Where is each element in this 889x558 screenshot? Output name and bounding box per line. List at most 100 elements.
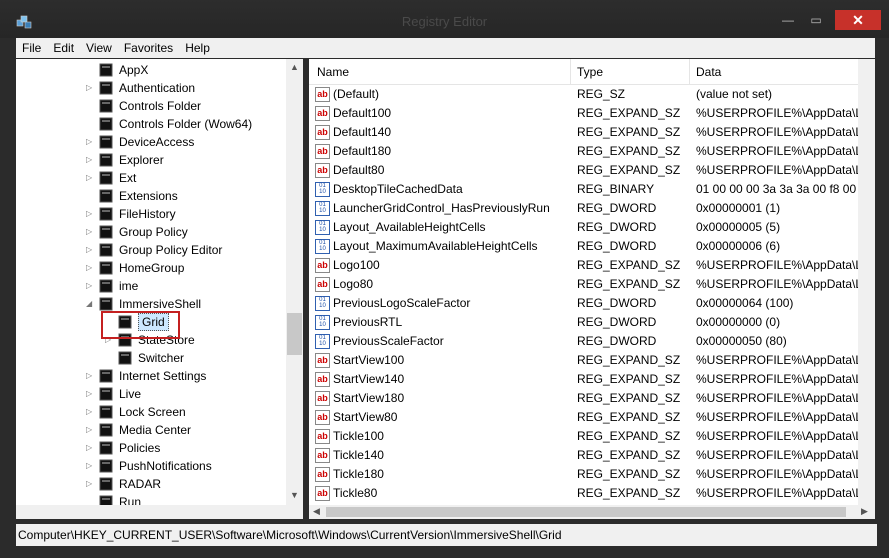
list-scroll-thumb[interactable] — [326, 507, 846, 517]
tree-item-label: Switcher — [138, 351, 185, 365]
menu-view[interactable]: View — [80, 38, 118, 58]
list-vertical-scrollbar[interactable] — [858, 59, 875, 505]
scroll-down-arrow-icon[interactable]: ▼ — [290, 490, 299, 500]
tree-item[interactable]: ▷ Group Policy Editor — [16, 241, 286, 259]
tree-item[interactable]: ▷ DeviceAccess — [16, 133, 286, 151]
value-row[interactable]: ab StartView80 REG_EXPAND_SZ %USERPROFILE%\… — [309, 408, 875, 427]
value-name: Tickle80 — [333, 486, 378, 500]
key-tree-pane[interactable]: AppX ▷ Authentication Controls Folder Contro… — [16, 59, 303, 519]
expand-arrow-icon[interactable]: ▷ — [86, 475, 92, 493]
folder-icon — [99, 81, 113, 95]
value-row[interactable]: ab Tickle140 REG_EXPAND_SZ %USERPROFILE%\Ap… — [309, 446, 875, 465]
value-row[interactable]: 01 10 LauncherGridControl_HasPreviouslyRun… — [309, 199, 875, 218]
value-row[interactable]: ab Logo100 REG_EXPAND_SZ %USERPROFILE%\AppD… — [309, 256, 875, 275]
tree-item[interactable]: Controls Folder (Wow64) — [16, 115, 286, 133]
expand-arrow-icon[interactable]: ▷ — [86, 205, 92, 223]
tree-item[interactable]: ▷ PushNotifications — [16, 457, 286, 475]
expand-arrow-icon[interactable]: ▷ — [86, 223, 92, 241]
value-row[interactable]: ab Default80 REG_EXPAND_SZ %USERPROFILE%\Ap… — [309, 161, 875, 180]
tree-item[interactable]: ▷ Media Center — [16, 421, 286, 439]
menu-help[interactable]: Help — [179, 38, 216, 58]
expand-arrow-icon[interactable]: ▷ — [86, 241, 92, 259]
column-header-type[interactable]: Type — [577, 65, 603, 79]
expand-arrow-icon[interactable]: ▷ — [86, 79, 92, 97]
column-header-name[interactable]: Name — [317, 65, 349, 79]
expand-arrow-icon[interactable]: ▷ — [86, 439, 92, 457]
tree-item[interactable]: Controls Folder — [16, 97, 286, 115]
menu-file[interactable]: File — [16, 38, 47, 58]
expand-arrow-icon[interactable]: ▷ — [86, 277, 92, 295]
column-divider[interactable] — [570, 59, 571, 84]
tree-item[interactable]: ▷ HomeGroup — [16, 259, 286, 277]
expand-arrow-icon[interactable]: ▷ — [86, 367, 92, 385]
values-list-pane[interactable]: Name Type Data ab (Default) REG_SZ (value n… — [309, 59, 875, 519]
tree-item[interactable]: Extensions — [16, 187, 286, 205]
value-row[interactable]: 01 10 Layout_MaximumAvailableHeightCells RE… — [309, 237, 875, 256]
expand-arrow-icon[interactable]: ▷ — [86, 259, 92, 277]
tree-item-label: ime — [119, 279, 139, 293]
value-row[interactable]: ab (Default) REG_SZ (value not set) — [309, 85, 875, 104]
tree-item[interactable]: ▷ Group Policy — [16, 223, 286, 241]
tree-item[interactable]: ▷ Authentication — [16, 79, 286, 97]
tree-item-label: PushNotifications — [119, 459, 212, 473]
tree-item[interactable]: ▷ Ext — [16, 169, 286, 187]
value-row[interactable]: 01 10 PreviousRTL REG_DWORD 0x00000000 (0) — [309, 313, 875, 332]
folder-icon — [99, 153, 113, 167]
tree-item[interactable]: ▷ Internet Settings — [16, 367, 286, 385]
expand-arrow-icon[interactable]: ▷ — [86, 421, 92, 439]
folder-icon — [99, 99, 113, 113]
minimize-button[interactable]: — — [775, 10, 801, 30]
tree-item[interactable]: ▷ FileHistory — [16, 205, 286, 223]
folder-icon — [99, 207, 113, 221]
tree-item[interactable]: ▷ Policies — [16, 439, 286, 457]
tree-item[interactable]: ▷ Live — [16, 385, 286, 403]
value-row[interactable]: ab Logo80 REG_EXPAND_SZ %USERPROFILE%\AppDa… — [309, 275, 875, 294]
string-value-icon: ab — [315, 448, 330, 463]
tree-item[interactable]: ▷ ime — [16, 277, 286, 295]
value-row[interactable]: 01 10 PreviousLogoScaleFactor REG_DWORD 0x00… — [309, 294, 875, 313]
expand-arrow-icon[interactable]: ▷ — [86, 133, 92, 151]
tree-vertical-scrollbar[interactable]: ▲ ▼ — [286, 59, 303, 505]
tree-item[interactable]: ▷ Explorer — [16, 151, 286, 169]
value-row[interactable]: 01 10 PreviousScaleFactor REG_DWORD 0x000000… — [309, 332, 875, 351]
value-row[interactable]: 01 10 DesktopTileCachedData REG_BINARY 01 00… — [309, 180, 875, 199]
column-divider[interactable] — [689, 59, 690, 84]
close-button[interactable]: ✕ — [835, 10, 881, 30]
value-name: StartView140 — [333, 372, 405, 386]
scroll-up-arrow-icon[interactable]: ▲ — [290, 62, 299, 72]
tree-horizontal-scrollbar[interactable] — [16, 505, 303, 519]
tree-item[interactable]: ▷ Lock Screen — [16, 403, 286, 421]
value-row[interactable]: ab Default180 REG_EXPAND_SZ %USERPROFILE%\A… — [309, 142, 875, 161]
column-header-data[interactable]: Data — [696, 65, 721, 79]
expand-arrow-icon[interactable]: ▷ — [86, 403, 92, 421]
value-type: REG_EXPAND_SZ — [577, 448, 681, 462]
menu-favorites[interactable]: Favorites — [118, 38, 179, 58]
tree-item[interactable]: Switcher — [16, 349, 286, 367]
expand-arrow-icon[interactable]: ▷ — [86, 151, 92, 169]
value-row[interactable]: ab Tickle100 REG_EXPAND_SZ %USERPROFILE%\Ap… — [309, 427, 875, 446]
tree-item[interactable]: ▷ RADAR — [16, 475, 286, 493]
tree-item[interactable]: AppX — [16, 61, 286, 79]
value-row[interactable]: ab StartView180 REG_EXPAND_SZ %USERPROFILE%… — [309, 389, 875, 408]
expand-arrow-icon[interactable]: ▷ — [86, 457, 92, 475]
value-data: 0x00000005 (5) — [696, 220, 781, 234]
value-row[interactable]: 01 10 Layout_AvailableHeightCells REG_DWORD… — [309, 218, 875, 237]
string-value-icon: ab — [315, 163, 330, 178]
value-row[interactable]: ab Default140 REG_EXPAND_SZ %USERPROFILE%\A… — [309, 123, 875, 142]
scroll-left-arrow-icon[interactable]: ◀ — [313, 506, 320, 517]
expand-arrow-icon[interactable]: ▷ — [86, 385, 92, 403]
binary-value-icon: 01 10 — [315, 182, 330, 197]
list-horizontal-scrollbar[interactable]: ◀ ▶ — [309, 505, 875, 519]
menu-edit[interactable]: Edit — [47, 38, 80, 58]
maximize-button[interactable]: ▭ — [803, 10, 829, 30]
expand-arrow-icon[interactable]: ▷ — [86, 169, 92, 187]
title-bar[interactable]: Registry Editor — ▭ ✕ — [0, 0, 889, 38]
value-row[interactable]: ab Tickle180 REG_EXPAND_SZ %USERPROFILE%\Ap… — [309, 465, 875, 484]
value-row[interactable]: ab StartView140 REG_EXPAND_SZ %USERPROFILE%… — [309, 370, 875, 389]
tree-scroll-thumb[interactable] — [287, 313, 302, 355]
value-row[interactable]: ab Tickle80 REG_EXPAND_SZ %USERPROFILE%\App… — [309, 484, 875, 503]
value-row[interactable]: ab StartView100 REG_EXPAND_SZ %USERPROFILE%… — [309, 351, 875, 370]
scroll-right-arrow-icon[interactable]: ▶ — [861, 506, 868, 517]
value-row[interactable]: ab Default100 REG_EXPAND_SZ %USERPROFILE%\A… — [309, 104, 875, 123]
collapse-arrow-icon[interactable]: ◢ — [86, 295, 92, 313]
